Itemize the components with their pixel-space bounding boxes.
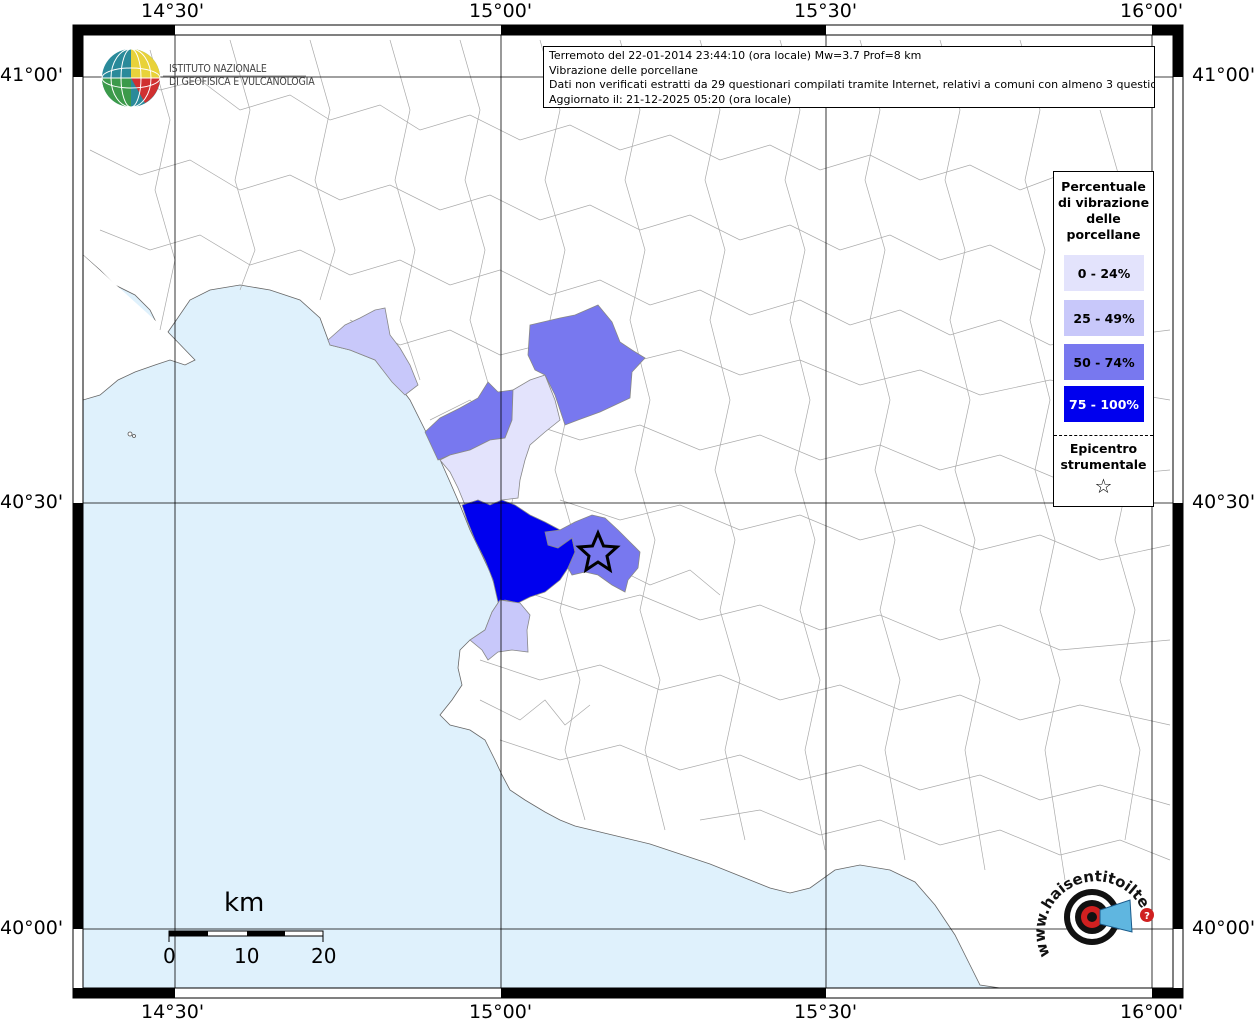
lon-label-top: 14°30': [141, 0, 205, 22]
lat-label-left: 41°00': [0, 64, 64, 86]
lon-label-top: 15°30': [794, 0, 858, 22]
legend-epicenter-line: Epicentro: [1069, 441, 1138, 456]
legend-title-line: Percentuale: [1061, 179, 1146, 194]
legend-epicenter-label: Epicentro strumentale: [1054, 441, 1153, 473]
org-line-1: ISTITUTO NAZIONALE: [169, 63, 267, 75]
lat-label-right: 41°00': [1192, 64, 1256, 86]
scale-tick: 0: [163, 944, 176, 968]
legend-title-line: di vibrazione: [1057, 195, 1150, 210]
legend-class-25-49: 25 - 49%: [1064, 300, 1144, 336]
lon-label-bottom: 15°30': [794, 1001, 858, 1023]
lat-label-right: 40°00': [1192, 917, 1256, 939]
watermark-text: www.haisentitoilterremoto.it: [1030, 855, 1154, 960]
lat-label-right: 40°30': [1192, 491, 1256, 513]
lat-label-left: 40°30': [0, 491, 64, 513]
lon-label-top: 15°00': [469, 0, 533, 22]
legend-class-0-24: 0 - 24%: [1064, 255, 1144, 291]
map-parameter: Vibrazione delle porcellane: [549, 63, 698, 77]
legend-class-75-100: 75 - 100%: [1064, 386, 1144, 422]
lon-label-bottom: 14°30': [141, 1001, 205, 1023]
legend-title-line: porcellane: [1066, 227, 1141, 242]
legend: Percentuale di vibrazione delle porcella…: [1053, 171, 1154, 507]
legend-title: Percentuale di vibrazione delle porcella…: [1054, 172, 1153, 243]
legend-title-line: delle: [1086, 211, 1121, 226]
ingv-name: ISTITUTO NAZIONALE DI GEOFISICA E VULCAN…: [169, 63, 315, 89]
update-time: Aggiornato il: 21-12-2025 05:20 (ora loc…: [549, 92, 792, 106]
lat-label-left: 40°00': [0, 917, 64, 939]
scale-tick: 20: [311, 944, 337, 968]
event-info-box: Terremoto del 22-01-2014 23:44:10 (ora l…: [543, 46, 1155, 108]
lon-label-bottom: 16°00': [1120, 1001, 1184, 1023]
data-note: Dati non verificati estratti da 29 quest…: [549, 78, 1155, 91]
legend-separator: [1054, 435, 1153, 436]
svg-text:www.haisentitoilterremoto.it: www.haisentitoilterremoto.it: [1030, 855, 1154, 960]
org-line-2: DI GEOFISICA E VULCANOLOGIA: [169, 76, 315, 88]
lon-label-bottom: 15°00': [469, 1001, 533, 1023]
scale-tick: 10: [234, 944, 260, 968]
legend-class-50-74: 50 - 74%: [1064, 344, 1144, 380]
event-title: Terremoto del 22-01-2014 23:44:10 (ora l…: [549, 49, 922, 62]
scale-unit: km: [224, 888, 265, 918]
islet: [132, 434, 136, 438]
legend-epicenter-line: strumentale: [1060, 457, 1147, 472]
watermark-arc: www.haisentitoilterremoto.it: [1030, 855, 1154, 960]
ingv-logo-icon: [101, 48, 161, 108]
lon-label-top: 16°00': [1120, 0, 1184, 22]
islet: [127, 431, 133, 437]
legend-star-icon: ☆: [1094, 474, 1113, 498]
